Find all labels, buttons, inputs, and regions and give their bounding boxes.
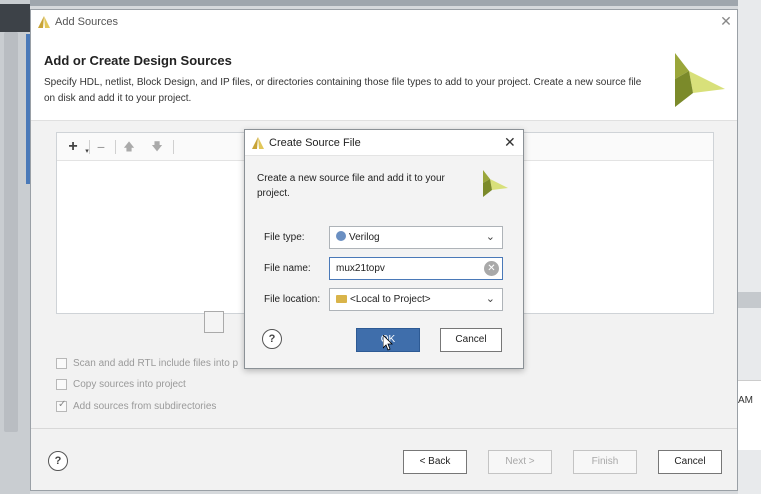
ide-right-grid <box>738 380 761 450</box>
move-up-icon[interactable]: 🡅 <box>121 139 137 155</box>
ide-left-scrollbar[interactable] <box>4 32 18 432</box>
cancel-button[interactable]: Cancel <box>440 328 502 352</box>
file-location-value: <Local to Project> <box>350 294 431 305</box>
help-button[interactable]: ? <box>262 329 282 349</box>
option-scan-rtl[interactable]: Scan and add RTL include files into p <box>56 358 238 369</box>
close-icon[interactable]: ✕ <box>504 135 516 149</box>
option-copy-sources[interactable]: Copy sources into project <box>56 379 186 390</box>
create-source-file-dialog: Create Source File ✕ Create a new source… <box>244 129 524 369</box>
file-location-select[interactable]: <Local to Project> ⌄ <box>329 288 503 311</box>
help-button[interactable]: ? <box>48 451 68 471</box>
file-location-label: File location: <box>264 294 321 305</box>
file-name-label: File name: <box>264 263 311 274</box>
dialog-titlebar: Add Sources ✕ <box>31 10 737 35</box>
vivado-logo-icon <box>675 53 725 107</box>
option-label: Scan and add RTL include files into p <box>73 358 239 369</box>
close-icon[interactable]: ✕ <box>719 14 733 28</box>
chevron-down-icon: ⌄ <box>485 293 495 305</box>
file-name-input[interactable]: mux21topv ✕ <box>329 257 503 280</box>
dialog-title: Create Source File <box>269 137 361 149</box>
verilog-icon <box>336 231 346 241</box>
file-name-value: mux21topv <box>336 263 385 274</box>
dialog-titlebar: Create Source File ✕ <box>245 130 523 156</box>
dialog-footer: ? < Back Next > Finish Cancel <box>31 428 737 490</box>
scan-rtl-checkbox[interactable] <box>56 358 67 369</box>
finish-button[interactable]: Finish <box>573 450 637 474</box>
option-subdirectories[interactable]: Add sources from subdirectories <box>56 399 217 412</box>
option-label: Copy sources into project <box>73 379 186 390</box>
dialog-description: Create a new source file and add it to y… <box>257 173 445 199</box>
cancel-button[interactable]: Cancel <box>658 450 722 474</box>
add-files-button[interactable] <box>204 311 224 333</box>
next-button[interactable]: Next > <box>488 450 552 474</box>
ide-top-bar <box>0 0 761 6</box>
option-label: Add sources from subdirectories <box>73 401 217 412</box>
clear-icon[interactable]: ✕ <box>484 261 499 276</box>
ide-right-fragment: AM <box>738 395 753 406</box>
toolbar-divider <box>89 140 90 154</box>
page-title: Add or Create Design Sources <box>44 53 232 68</box>
remove-icon[interactable]: − <box>93 139 109 155</box>
chevron-down-icon: ⌄ <box>485 231 495 243</box>
file-type-label: File type: <box>264 232 305 243</box>
subdirectories-checkbox[interactable] <box>56 399 67 412</box>
copy-sources-checkbox[interactable] <box>56 379 67 390</box>
page-description: Specify HDL, netlist, Block Design, and … <box>44 77 642 104</box>
folder-icon <box>336 295 347 303</box>
vivado-logo-icon <box>483 170 508 197</box>
dialog-header: Add or Create Design Sources Specify HDL… <box>31 35 737 121</box>
ide-left-header <box>0 4 30 32</box>
toolbar-divider <box>173 140 174 154</box>
mouse-cursor-icon <box>383 335 393 351</box>
move-down-icon[interactable]: 🡇 <box>149 139 165 155</box>
vivado-logo-icon <box>38 16 50 28</box>
file-type-value: Verilog <box>349 232 380 243</box>
dialog-title: Add Sources <box>55 16 118 28</box>
vivado-logo-icon <box>252 137 264 149</box>
file-type-select[interactable]: Verilog ⌄ <box>329 226 503 249</box>
back-button[interactable]: < Back <box>403 450 467 474</box>
ide-right-bar <box>738 292 761 308</box>
toolbar-divider <box>115 140 116 154</box>
